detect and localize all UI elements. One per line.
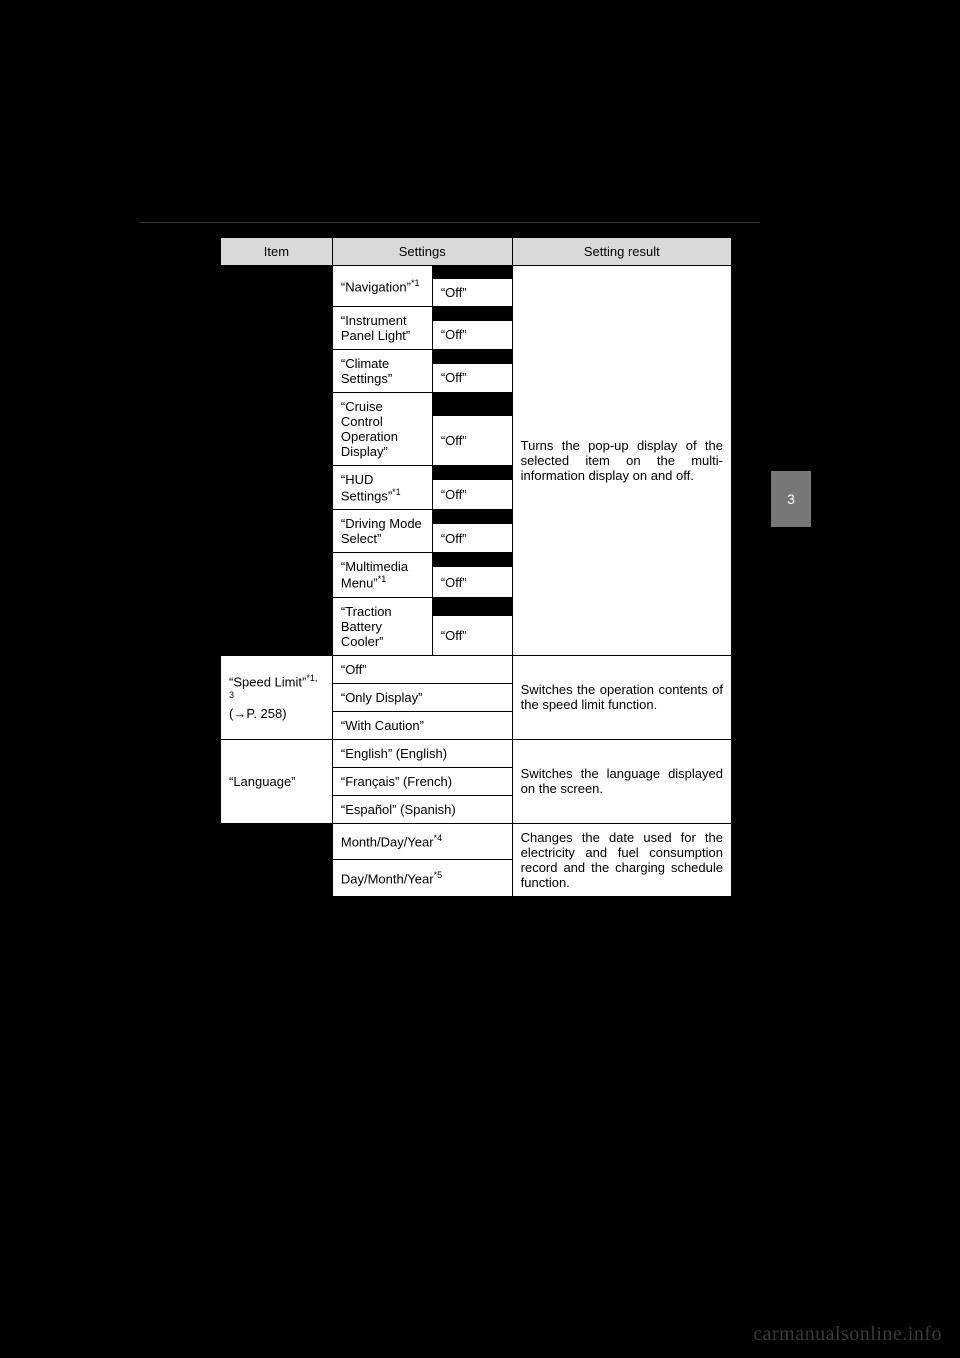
opt-off: “Off”: [432, 320, 512, 349]
opt-off: “Off”: [432, 416, 512, 466]
opt-on: [432, 393, 512, 416]
table-header-row: Item Settings Setting result: [221, 238, 732, 266]
item-date: [221, 823, 333, 896]
item-speed: “Speed Limit”*1, 3 (→P. 258): [221, 655, 333, 739]
opt-on: [432, 510, 512, 524]
table-row: Month/Day/Year*4 Changes the date used f…: [221, 823, 732, 860]
sub-ipl: “Instrument Panel Light”: [332, 307, 432, 350]
sub-multimedia: “Multimedia Menu”*1: [332, 553, 432, 597]
settings-table: Item Settings Setting result “Navigation…: [220, 237, 732, 897]
opt-on: [432, 553, 512, 567]
opt-speed-caution: “With Caution”: [332, 711, 512, 739]
result-speed: Switches the operation con­tents of the …: [512, 655, 731, 739]
sub-hud: “HUD Settings”*1: [332, 466, 432, 510]
opt-speed-off: “Off”: [332, 655, 512, 683]
opt-off: “Off”: [432, 363, 512, 392]
opt-on: [432, 307, 512, 321]
item-popup: [221, 266, 333, 656]
opt-lang-en: “English” (English): [332, 739, 512, 767]
opt-on: [432, 466, 512, 480]
opt-date-mdy: Month/Day/Year*4: [332, 823, 512, 860]
opt-on: [432, 266, 512, 279]
chapter-tab: 3: [771, 471, 811, 527]
opt-off: “Off”: [432, 279, 512, 307]
result-popup: Turns the pop-up display of the selected…: [512, 266, 731, 656]
opt-off: “Off”: [432, 616, 512, 656]
watermark: carmanualsonline.info: [753, 1323, 942, 1346]
opt-date-dmy: Day/Month/Year*5: [332, 860, 512, 897]
opt-off: “Off”: [432, 523, 512, 552]
table-row: “Navigation”*1 Turns the pop-up display …: [221, 266, 732, 279]
sub-traction: “Traction Battery Cooler”: [332, 597, 432, 655]
opt-lang-fr: “Français” (French): [332, 767, 512, 795]
result-language: Switches the language dis­played on the …: [512, 739, 731, 823]
sub-navigation: “Navigation”*1: [332, 266, 432, 307]
opt-on: [432, 597, 512, 615]
sub-drivemode: “Driving Mode Select”: [332, 510, 432, 553]
col-result: Setting result: [512, 238, 731, 266]
table-row: “Language” “English” (English) Switches …: [221, 739, 732, 767]
opt-off: “Off”: [432, 480, 512, 510]
opt-off: “Off”: [432, 567, 512, 597]
item-language: “Language”: [221, 739, 333, 823]
opt-on: [432, 350, 512, 364]
table-row: “Speed Limit”*1, 3 (→P. 258) “Off” Switc…: [221, 655, 732, 683]
result-date: Changes the date used for the electricit…: [512, 823, 731, 896]
sub-cruise: “Cruise Control Operation Display”: [332, 393, 432, 466]
sub-climate: “Climate Settings”: [332, 350, 432, 393]
manual-page: Item Settings Setting result “Navigation…: [140, 222, 820, 897]
col-settings: Settings: [332, 238, 512, 266]
col-item: Item: [221, 238, 333, 266]
opt-lang-es: “Español” (Spanish): [332, 795, 512, 823]
opt-speed-only: “Only Display”: [332, 683, 512, 711]
horizontal-rule: [140, 222, 760, 223]
